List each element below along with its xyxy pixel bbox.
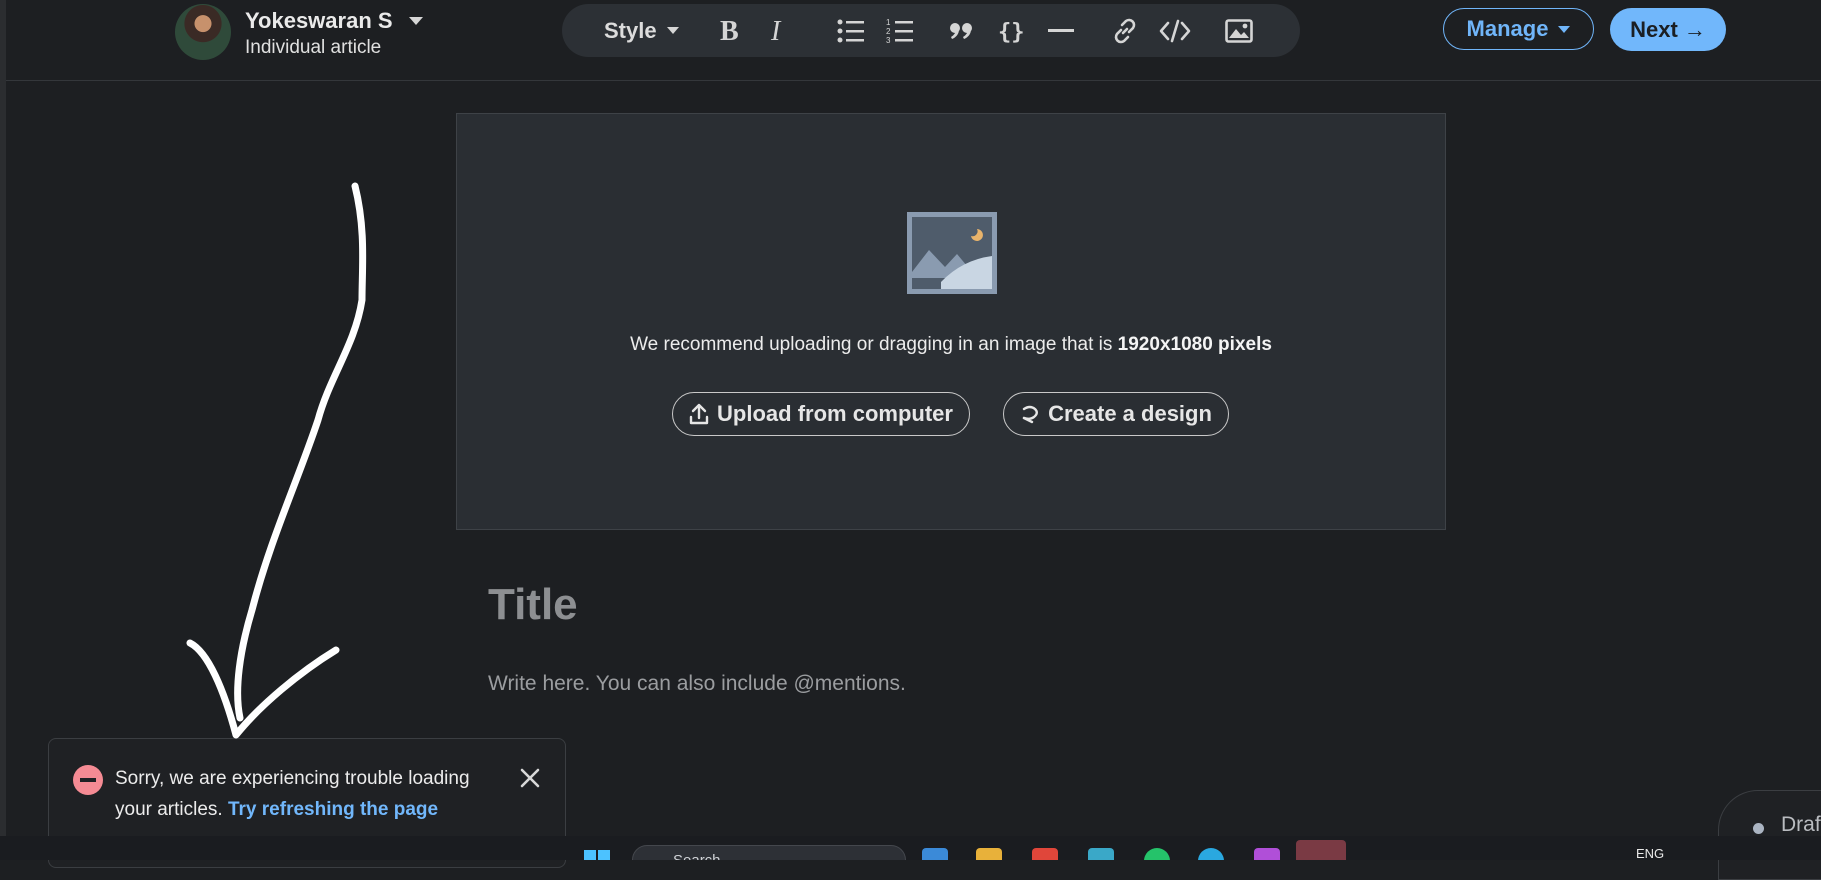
taskbar-search[interactable]: Search: [632, 845, 906, 860]
app-icon[interactable]: [1088, 848, 1114, 860]
os-taskbar: Search ENG: [0, 836, 1821, 860]
bulleted-list-icon[interactable]: [836, 4, 866, 57]
author-name[interactable]: Yokeswaran S: [245, 8, 423, 34]
quote-icon[interactable]: [947, 4, 977, 57]
status-dot: [1753, 823, 1764, 834]
cover-recommendation: We recommend uploading or dragging in an…: [457, 334, 1445, 356]
close-icon[interactable]: [519, 767, 541, 789]
start-icon[interactable]: [584, 850, 612, 860]
author-subtitle: Individual article: [245, 37, 382, 58]
cover-recommended-size: 1920x1080 pixels: [1117, 334, 1272, 355]
drafts-label: Drafts: [1781, 813, 1821, 836]
error-icon: [73, 765, 103, 795]
svg-text:B: B: [720, 18, 739, 44]
formatting-toolbar: Style B I 123 {}: [562, 4, 1300, 57]
edge-icon[interactable]: [1198, 848, 1224, 860]
svg-text:2: 2: [886, 27, 891, 36]
svg-text:1: 1: [886, 18, 891, 27]
app-icon[interactable]: [922, 848, 948, 860]
window-left-edge: [0, 0, 6, 836]
image-placeholder-icon: [907, 212, 997, 299]
avatar[interactable]: [175, 4, 231, 60]
upload-from-computer-button[interactable]: Upload from computer: [672, 392, 970, 436]
chevron-down-icon[interactable]: [408, 17, 423, 25]
taskbar-search-placeholder: Search: [673, 852, 721, 860]
style-dropdown[interactable]: Style: [604, 4, 679, 57]
language-indicator[interactable]: ENG: [1636, 846, 1664, 860]
svg-text:{}: {}: [998, 20, 1025, 44]
manage-button[interactable]: Manage: [1443, 8, 1594, 50]
author-switcher[interactable]: Yokeswaran S Individual article: [175, 4, 423, 60]
toast-message: Sorry, we are experiencing trouble loadi…: [115, 763, 495, 825]
drafts-panel[interactable]: Drafts: [1718, 790, 1821, 880]
manage-label: Manage: [1466, 16, 1549, 41]
title-input[interactable]: Title: [488, 580, 578, 630]
next-button[interactable]: Next →: [1610, 8, 1726, 51]
svg-text:3: 3: [886, 36, 891, 45]
create-design-button[interactable]: Create a design: [1003, 392, 1229, 436]
italic-icon[interactable]: I: [765, 4, 791, 57]
design-icon: [1022, 405, 1039, 424]
upload-icon: [689, 403, 709, 425]
active-app-icon[interactable]: [1296, 840, 1346, 860]
app-icon[interactable]: [1032, 848, 1058, 860]
image-icon[interactable]: [1224, 4, 1254, 57]
author-name-label: Yokeswaran S: [245, 8, 393, 33]
embed-code-icon[interactable]: [1158, 4, 1192, 57]
svg-text:I: I: [770, 18, 782, 44]
whatsapp-icon[interactable]: [1144, 848, 1170, 860]
cover-recommendation-text: We recommend uploading or dragging in an…: [630, 334, 1118, 355]
app-icon[interactable]: [1254, 848, 1280, 860]
link-icon[interactable]: [1109, 4, 1141, 57]
upload-label: Upload from computer: [717, 401, 953, 426]
chevron-down-icon: [666, 27, 679, 34]
numbered-list-icon[interactable]: 123: [885, 4, 915, 57]
folder-icon[interactable]: [976, 848, 1002, 860]
code-block-icon[interactable]: {}: [997, 4, 1027, 57]
chevron-down-icon: [1558, 25, 1571, 33]
refresh-link[interactable]: Try refreshing the page: [228, 799, 438, 820]
body-editor[interactable]: Write here. You can also include @mentio…: [488, 672, 906, 696]
cover-image-dropzone[interactable]: We recommend uploading or dragging in an…: [456, 113, 1446, 530]
bold-icon[interactable]: B: [716, 4, 746, 57]
divider-icon[interactable]: [1046, 4, 1076, 57]
design-label: Create a design: [1048, 401, 1212, 426]
style-label: Style: [604, 17, 657, 43]
